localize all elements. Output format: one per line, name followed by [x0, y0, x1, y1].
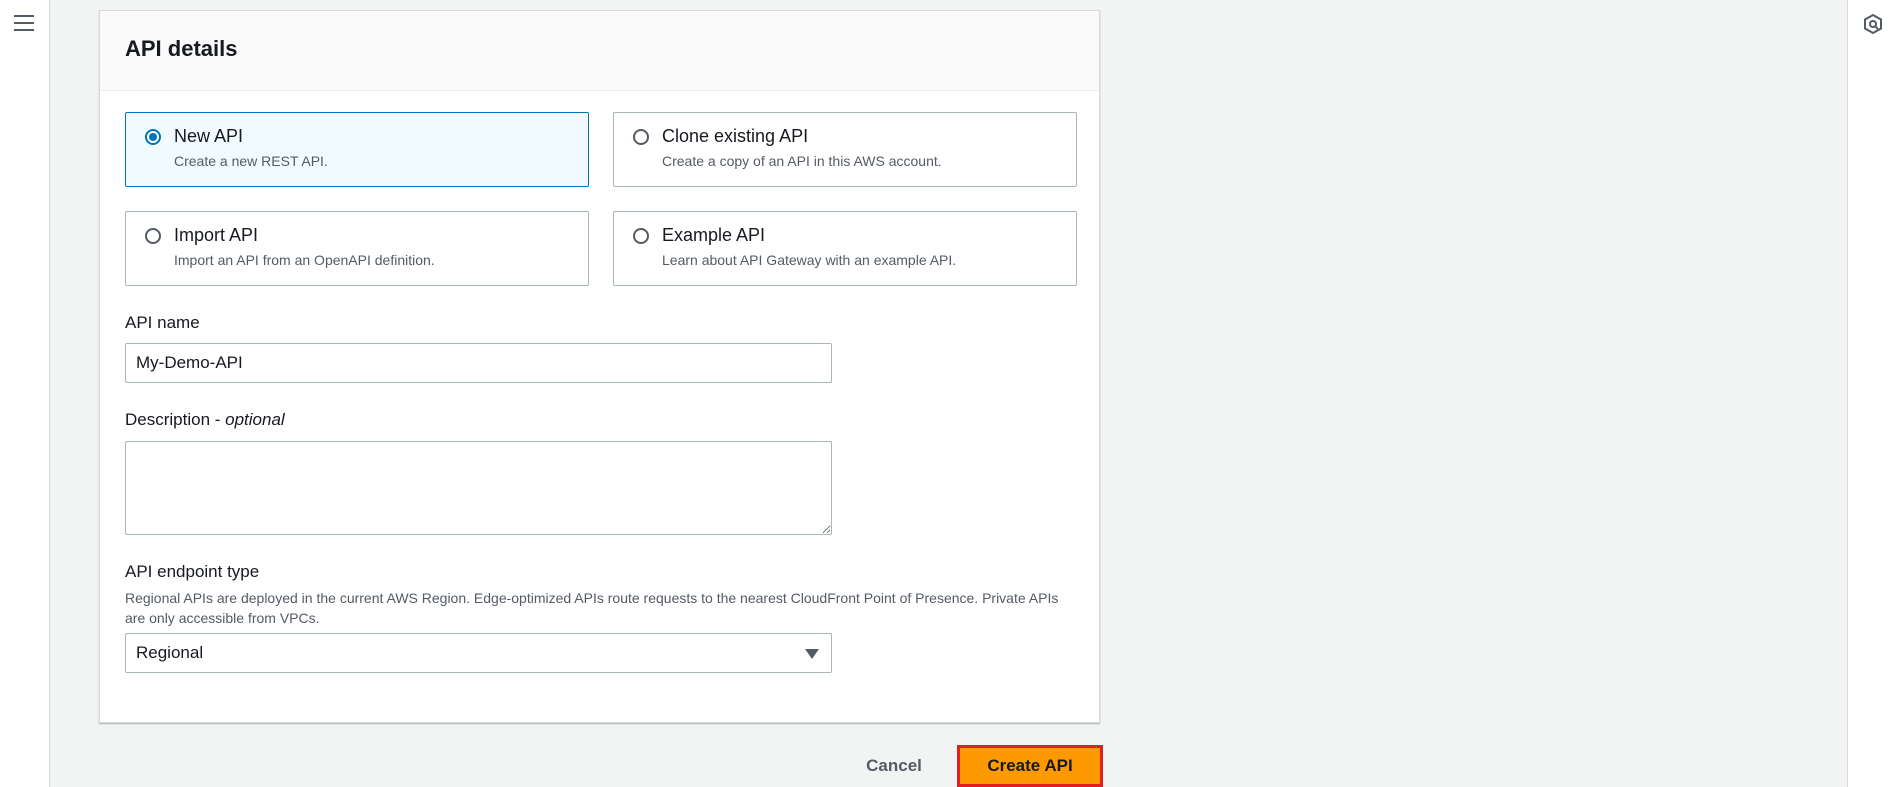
option-new-api[interactable]: New API Create a new REST API.	[125, 112, 589, 187]
left-navigation-rail	[0, 0, 50, 787]
option-import-api[interactable]: Import API Import an API from an OpenAPI…	[125, 211, 589, 286]
endpoint-type-selected-value: Regional	[136, 643, 204, 662]
description-textarea[interactable]	[125, 441, 832, 535]
optional-tag: optional	[225, 410, 285, 429]
tools-panel-icon[interactable]	[1862, 13, 1884, 35]
option-description: Create a new REST API.	[174, 153, 328, 169]
panel-header: API details	[100, 11, 1099, 91]
radio-button[interactable]	[633, 228, 649, 244]
api-name-label: API name	[125, 313, 200, 332]
description-label: Description - optional	[125, 410, 285, 430]
api-name-input[interactable]	[125, 343, 832, 383]
option-title: New API	[174, 126, 244, 146]
radio-button[interactable]	[633, 129, 649, 145]
hamburger-menu-icon[interactable]	[14, 14, 34, 32]
option-title: Example API	[662, 225, 766, 245]
endpoint-type-help-text: Regional APIs are deployed in the curren…	[125, 590, 1059, 626]
option-description: Import an API from an OpenAPI definition…	[174, 252, 435, 268]
create-api-button[interactable]: Create API	[957, 745, 1103, 787]
option-title: Clone existing API	[662, 126, 809, 146]
endpoint-type-select[interactable]: Regional	[125, 633, 832, 673]
option-title: Import API	[174, 225, 259, 245]
option-clone-existing-api[interactable]: Clone existing API Create a copy of an A…	[613, 112, 1077, 187]
panel-title: API details	[125, 36, 238, 61]
api-details-panel: API details New API Create a new REST AP…	[99, 10, 1100, 723]
radio-button-selected[interactable]	[145, 129, 161, 145]
option-description: Learn about API Gateway with an example …	[662, 252, 957, 268]
description-label-text: Description -	[125, 410, 226, 429]
caret-down-icon	[805, 649, 819, 659]
cancel-button[interactable]: Cancel	[852, 752, 936, 780]
radio-button[interactable]	[145, 228, 161, 244]
endpoint-type-label: API endpoint type	[125, 562, 260, 581]
right-tools-rail	[1847, 0, 1897, 787]
option-description: Create a copy of an API in this AWS acco…	[662, 153, 942, 169]
option-example-api[interactable]: Example API Learn about API Gateway with…	[613, 211, 1077, 286]
